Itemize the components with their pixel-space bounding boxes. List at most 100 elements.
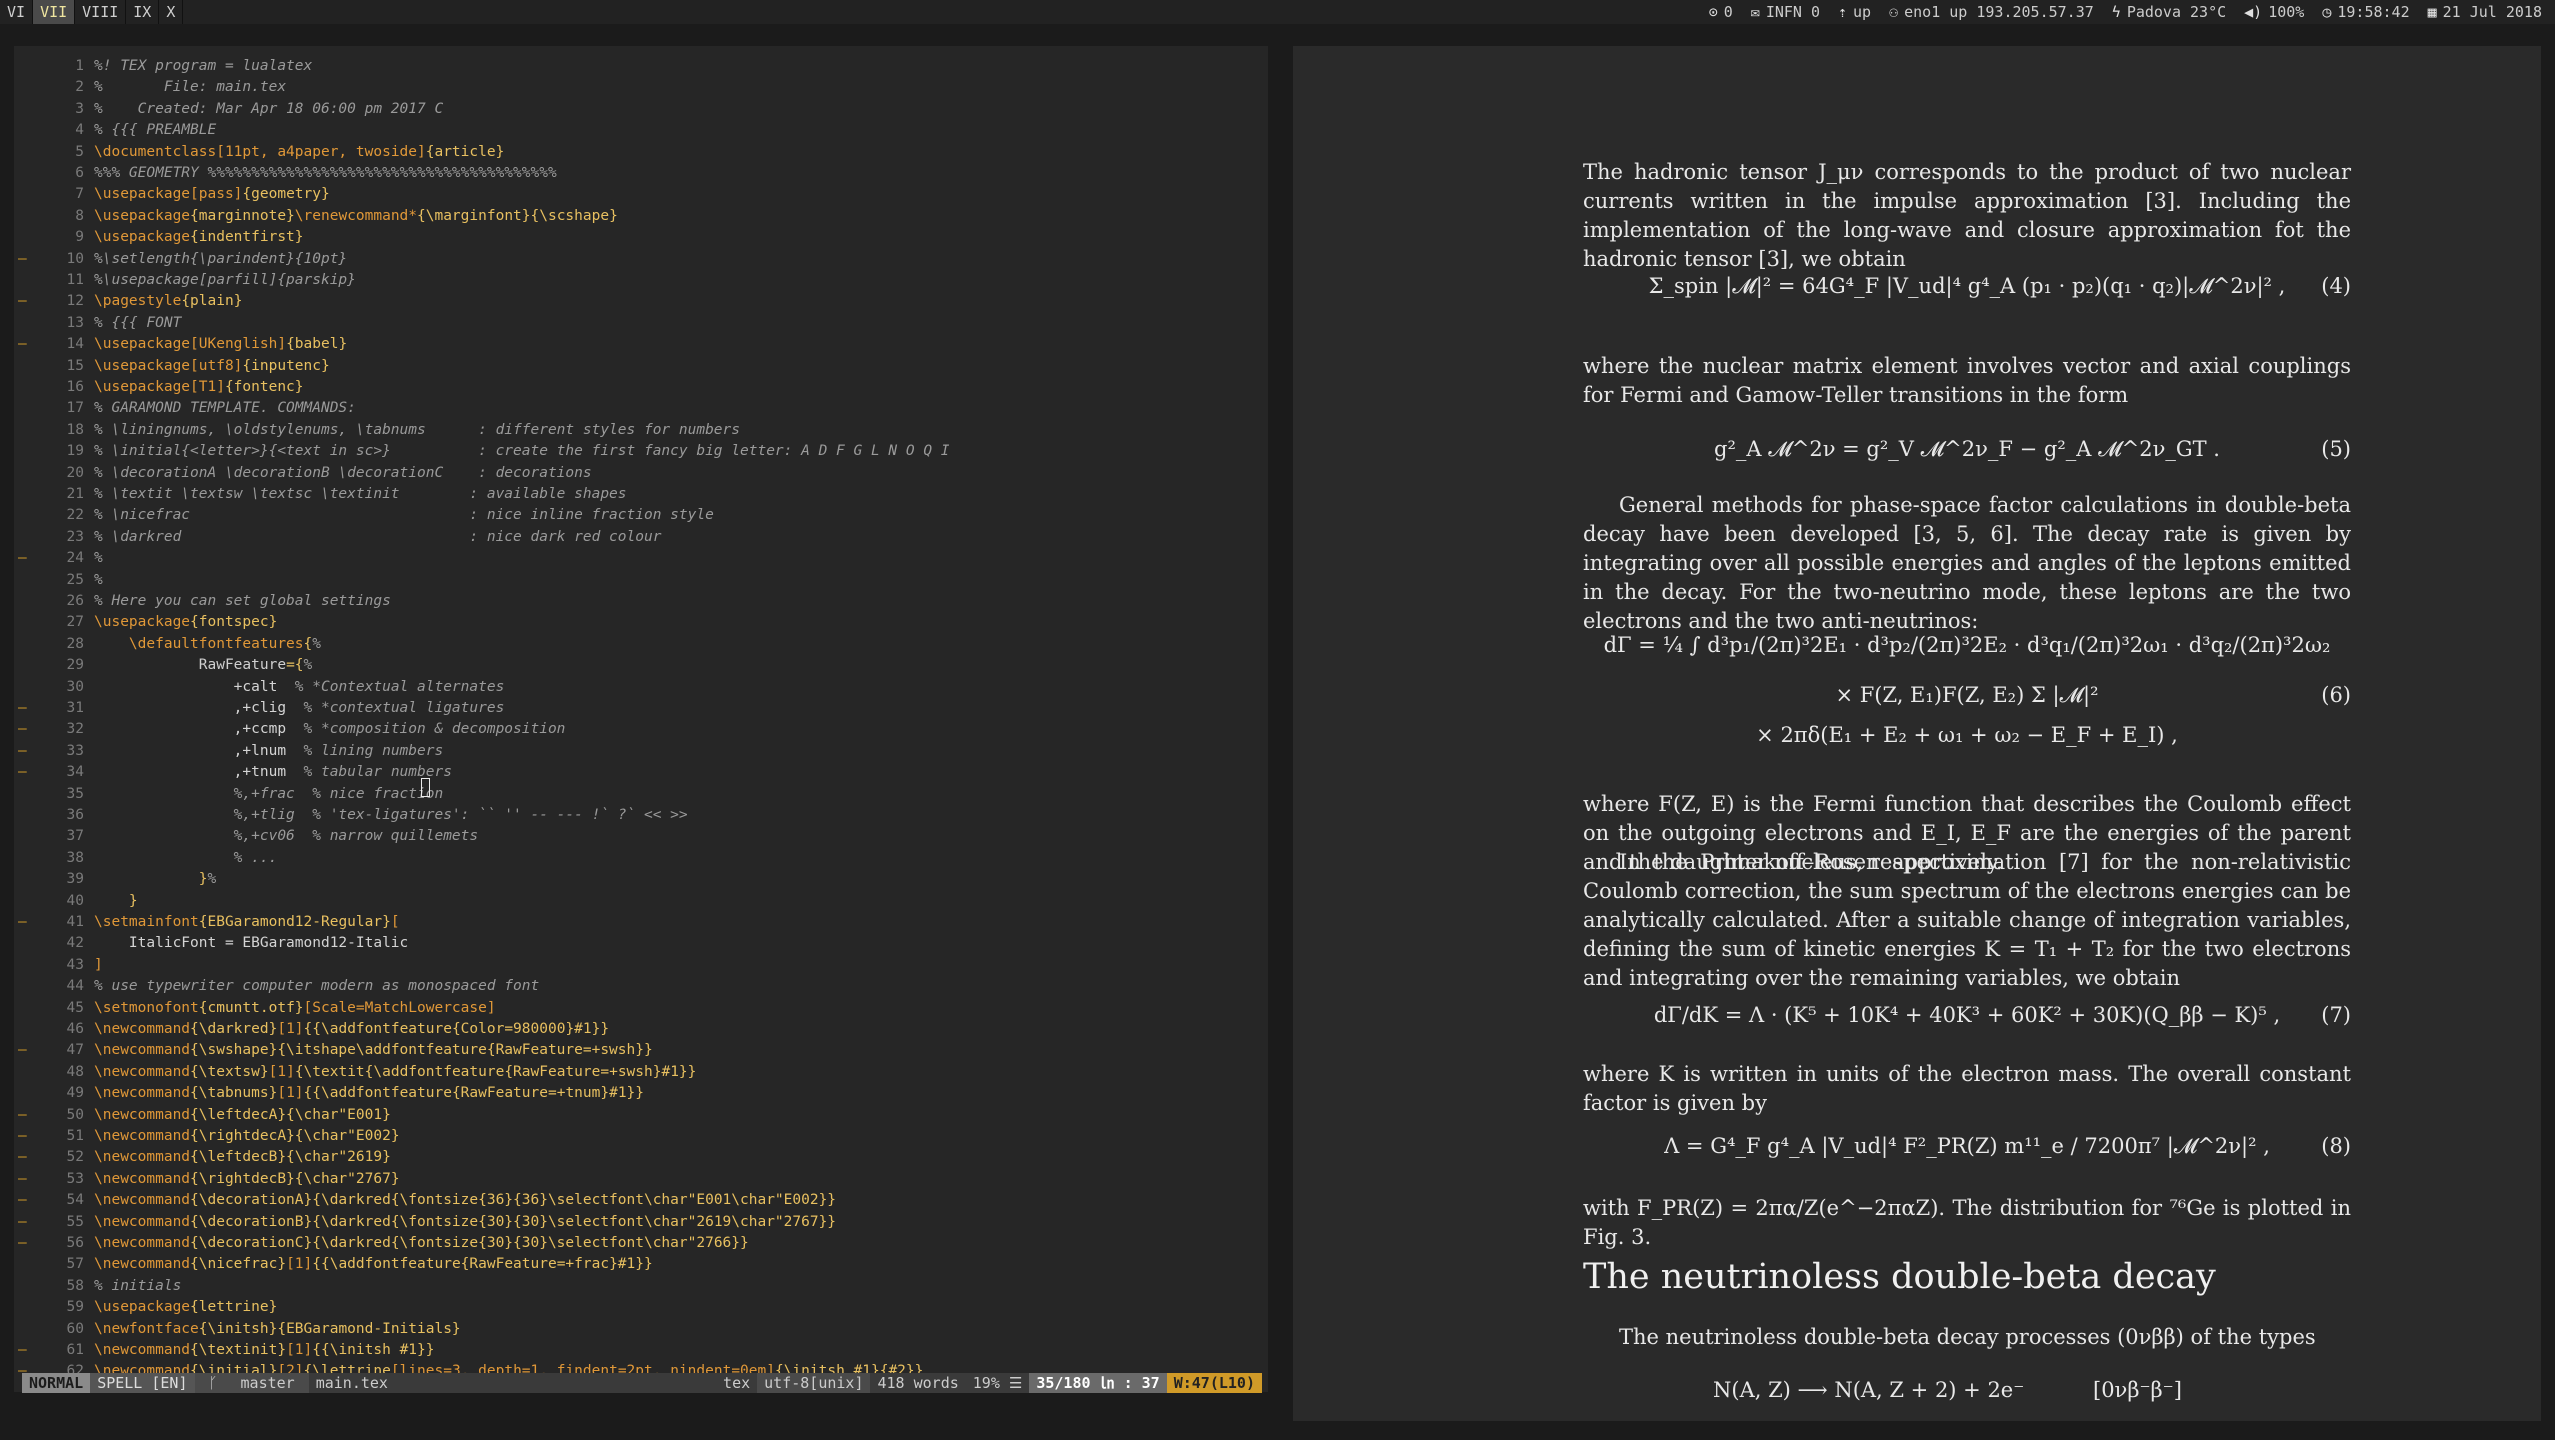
code-token: % *Contextual alternates [294, 678, 505, 695]
editor-line[interactable]: —47 \newcommand{\swshape}{\itshape\addfon… [14, 1040, 1268, 1061]
workspace-ix[interactable]: IX [126, 0, 160, 24]
line-text: ] [94, 955, 103, 976]
workspace-vi[interactable]: VI [0, 0, 34, 24]
line-text: %,+frac % nice fraction [94, 784, 444, 805]
editor-line[interactable]: 22 % \nicefrac : nice inline fraction sty… [14, 505, 1268, 526]
editor-line[interactable]: 26 % Here you can set global settings [14, 591, 1268, 612]
editor-line[interactable]: —56 \newcommand{\decorationC}{\darkred{\f… [14, 1233, 1268, 1254]
volume-icon: ◀) [2244, 3, 2263, 21]
editor-line[interactable]: 7 \usepackage[pass]{geometry} [14, 184, 1268, 205]
editor-line[interactable]: 37 %,+cv06 % narrow quillemets [14, 826, 1268, 847]
editor-line[interactable]: 19 % \initial{<letter>}{<text in sc>} : c… [14, 441, 1268, 462]
editor-line[interactable]: —14 \usepackage[UKenglish]{babel} [14, 334, 1268, 355]
editor-line[interactable]: 36 %,+tlig % 'tex-ligatures': `` '' -- -… [14, 805, 1268, 826]
code-token: [1] [277, 1085, 304, 1102]
line-text: % \nicefrac : nice inline fraction style [94, 505, 714, 526]
editor-line[interactable]: —51 \newcommand{\rightdecA}{\char"E002} [14, 1126, 1268, 1147]
editor-line[interactable]: 42 ItalicFont = EBGaramond12-Italic [14, 933, 1268, 954]
editor-line[interactable]: 21 % \textit \textsw \textsc \textinit : … [14, 484, 1268, 505]
editor-line[interactable]: 3 % Created: Mar Apr 18 06:00 pm 2017 C [14, 99, 1268, 120]
editor-line[interactable]: —55 \newcommand{\decorationB}{\darkred{\f… [14, 1212, 1268, 1233]
editor-line[interactable]: 28 \defaultfontfeatures{% [14, 634, 1268, 655]
editor-line[interactable]: 45 \setmonofont{cmuntt.otf}[Scale=MatchLo… [14, 998, 1268, 1019]
editor-line[interactable]: 43] [14, 955, 1268, 976]
editor-line[interactable]: —32 ,+ccmp % *composition & decompositio… [14, 719, 1268, 740]
editor-line[interactable]: 8 \usepackage{marginnote}\renewcommand*{\… [14, 206, 1268, 227]
code-token: \usepackage [94, 207, 191, 224]
code-token: { [303, 635, 313, 652]
line-number: 9 [75, 229, 84, 246]
editor-line[interactable]: 29 RawFeature={% [14, 655, 1268, 676]
line-number: 22 [66, 507, 84, 524]
editor-line[interactable]: —31 ,+clig % *contextual ligatures [14, 698, 1268, 719]
line-text: \documentclass[11pt, a4paper, twoside]{a… [94, 142, 504, 163]
code-token: %\setlength{\parindent}{10pt} [94, 250, 348, 267]
editor-line[interactable]: 44 % use typewriter computer modern as mo… [14, 976, 1268, 997]
editor-line[interactable]: —53 \newcommand{\rightdecB}{\char"2767} [14, 1169, 1268, 1190]
editor-line[interactable]: —52 \newcommand{\leftdecB}{\char"2619} [14, 1147, 1268, 1168]
editor-line[interactable]: 46 \newcommand{\darkred}[1]{{\addfontfeat… [14, 1019, 1268, 1040]
editor-line[interactable]: 40 } [14, 891, 1268, 912]
editor-line[interactable]: 18 % \liningnums, \oldstylenums, \tabnums… [14, 420, 1268, 441]
line-text: \usepackage[T1]{fontenc} [94, 377, 304, 398]
line-number: 23 [66, 528, 84, 545]
equation-body: Σ_spin |𝓜|² = 64G⁴_F |V_ud|⁴ g⁴_A (p₁ · … [1648, 274, 2286, 298]
code-token: {{\addfontfeature{RawFeature=+tnum}#1}} [303, 1085, 645, 1102]
code-token: +calt [94, 678, 295, 695]
code-token: [1] [277, 1021, 304, 1037]
editor-line[interactable]: 13 % {{{ FONT [14, 313, 1268, 334]
line-text: \usepackage[pass]{geometry} [94, 184, 330, 205]
line-number: 1 [75, 58, 84, 74]
editor-line[interactable]: —61 \newcommand{\textinit}[1]{{\initsh #1… [14, 1340, 1268, 1361]
code-token: {\rightdecB}{\char"2767} [190, 1170, 400, 1187]
editor-line[interactable]: —50 \newcommand{\leftdecA}{\char"E001} [14, 1105, 1268, 1126]
editor-line[interactable]: —41 \setmainfont{EBGaramond12-Regular}[ [14, 912, 1268, 933]
editor-line[interactable]: 2 % File: main.tex [14, 77, 1268, 98]
editor-line[interactable]: 6 %%% GEOMETRY %%%%%%%%%%%%%%%%%%%%%%%%%%… [14, 163, 1268, 184]
pdf-viewer[interactable]: The hadronic tensor J_μν corresponds to … [1293, 46, 2541, 1421]
editor-line[interactable]: 16 \usepackage[T1]{fontenc} [14, 377, 1268, 398]
editor-line[interactable]: 59 \usepackage{lettrine} [14, 1297, 1268, 1318]
editor-line[interactable]: —54 \newcommand{\decorationA}{\darkred{\f… [14, 1190, 1268, 1211]
editor-line[interactable]: 48 \newcommand{\textsw}[1]{\textit{\addfo… [14, 1062, 1268, 1083]
editor-line[interactable]: —33 ,+lnum % lining numbers [14, 741, 1268, 762]
editor-line[interactable]: 20 % \decorationA \decorationB \decoratio… [14, 463, 1268, 484]
line-text: % File: main.tex [94, 77, 286, 98]
workspace-viii[interactable]: VIII [75, 0, 127, 24]
editor-line[interactable]: —24% [14, 548, 1268, 569]
editor-line[interactable]: 23 % \darkred : nice dark red colour [14, 527, 1268, 548]
editor-line[interactable]: 57 \newcommand{\nicefrac}[1]{{\addfontfea… [14, 1254, 1268, 1275]
pane-divider[interactable] [1277, 42, 1285, 1402]
editor-line[interactable]: 30 +calt % *Contextual alternates [14, 677, 1268, 698]
editor-line[interactable]: 15 \usepackage[utf8]{inputenc} [14, 356, 1268, 377]
line-number: 12 [66, 293, 84, 310]
editor-line[interactable]: 39 }% [14, 869, 1268, 890]
editor-line[interactable]: 9 \usepackage{indentfirst} [14, 227, 1268, 248]
editor-line[interactable]: 27 \usepackage{fontspec} [14, 612, 1268, 633]
editor-line[interactable]: 4 % {{{ PREAMBLE [14, 120, 1268, 141]
code-token: {cmuntt.otf} [198, 999, 304, 1016]
vim-editor[interactable]: 1 %! TEX program = lualatex 2 % File: main.… [14, 46, 1268, 1392]
workspace-x[interactable]: X [159, 0, 184, 24]
editor-line[interactable]: 38 % ... [14, 848, 1268, 869]
code-token: {\darkred} [190, 1021, 278, 1037]
editor-line[interactable]: 5 \documentclass[11pt, a4paper, twoside]{… [14, 142, 1268, 163]
editor-line[interactable]: 49 \newcommand{\tabnums}[1]{{\addfontfeat… [14, 1083, 1268, 1104]
editor-line[interactable]: 35 %,+frac % nice fraction [14, 784, 1268, 805]
editor-line[interactable]: —34 ,+tnum % tabular numbers [14, 762, 1268, 783]
workspace-vii[interactable]: VII [33, 0, 76, 24]
editor-line[interactable]: —10 %\setlength{\parindent}{10pt} [14, 249, 1268, 270]
editor-line[interactable]: —12 \pagestyle{plain} [14, 291, 1268, 312]
line-text: %,+cv06 % narrow quillemets [94, 826, 478, 847]
line-text: \newcommand{\decorationC}{\darkred{\font… [94, 1233, 749, 1254]
editor-line[interactable]: 60 \newfontface{\initsh}{EBGaramond-Initi… [14, 1319, 1268, 1340]
editor-line[interactable]: 25% [14, 570, 1268, 591]
editor-line[interactable]: 11 %\usepackage[parfill]{parskip} [14, 270, 1268, 291]
editor-line[interactable]: 1 %! TEX program = lualatex [14, 56, 1268, 77]
line-number: 45 [66, 999, 84, 1016]
editor-line[interactable]: 58 % initials [14, 1276, 1268, 1297]
editor-line[interactable]: 17 % GARAMOND TEMPLATE. COMMANDS: [14, 398, 1268, 419]
line-number: 14 [66, 336, 84, 353]
code-token: [11pt, a4paper, twoside] [216, 143, 426, 160]
code-token: % \textit \textsw \textsc \textinit : av… [94, 486, 627, 502]
